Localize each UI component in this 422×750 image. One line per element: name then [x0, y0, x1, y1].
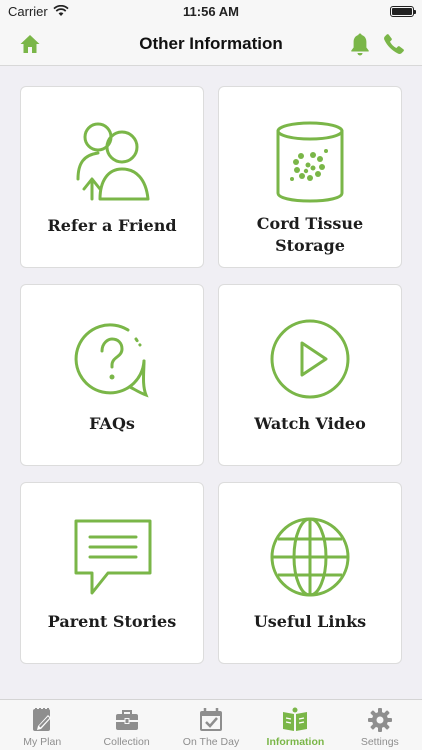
tab-on-the-day[interactable]: On The Day	[169, 700, 253, 750]
notebook-icon	[33, 708, 52, 731]
tab-my-plan[interactable]: My Plan	[0, 700, 84, 750]
cord-tissue-storage-card[interactable]: Cord Tissue Storage	[218, 86, 402, 268]
card-label: Useful Links	[253, 612, 367, 631]
refer-friend-icon	[76, 122, 150, 201]
storage-jar-icon	[276, 121, 344, 203]
tab-label: My Plan	[23, 736, 62, 748]
carrier-label: Carrier	[8, 3, 48, 19]
navigation-bar: Other Information	[0, 22, 422, 66]
info-card-grid: Refer a Friend Cord Tissue Storage FAQs	[20, 86, 402, 664]
card-label: Parent Stories	[47, 612, 177, 631]
bell-icon[interactable]	[348, 31, 372, 57]
page-title: Other Information	[139, 33, 283, 53]
play-circle-icon	[270, 319, 350, 399]
gear-icon	[367, 708, 392, 732]
card-label: Refer a Friend	[47, 216, 177, 235]
status-left: Carrier	[8, 4, 69, 19]
status-bar: Carrier 11:56 AM	[0, 0, 422, 22]
book-info-icon	[283, 707, 308, 731]
home-icon[interactable]	[18, 32, 42, 56]
card-label: Cord Tissue Storage	[256, 214, 364, 255]
faqs-card[interactable]: FAQs	[20, 284, 204, 466]
globe-icon	[270, 517, 350, 597]
card-label: FAQs	[89, 414, 135, 433]
useful-links-card[interactable]: Useful Links	[218, 482, 402, 664]
phone-icon[interactable]	[382, 32, 406, 56]
question-bubble-icon	[74, 323, 149, 398]
message-bubble-icon	[74, 519, 152, 595]
battery-icon	[390, 5, 416, 17]
tab-label: On The Day	[182, 736, 240, 748]
refer-friend-card[interactable]: Refer a Friend	[20, 86, 204, 268]
tab-settings[interactable]: Settings	[338, 700, 422, 750]
briefcase-icon	[115, 710, 138, 730]
tab-bar: My Plan Collection On The Day Informatio…	[0, 699, 422, 750]
tab-information[interactable]: Information	[253, 700, 337, 750]
parent-stories-card[interactable]: Parent Stories	[20, 482, 204, 664]
tab-label: Information	[266, 736, 325, 748]
tab-collection[interactable]: Collection	[84, 700, 168, 750]
tab-label: Collection	[103, 736, 150, 748]
tab-label: Settings	[360, 736, 399, 748]
card-label: Watch Video	[254, 414, 366, 433]
watch-video-card[interactable]: Watch Video	[218, 284, 402, 466]
wifi-icon	[53, 5, 69, 16]
calendar-check-icon	[200, 708, 223, 731]
